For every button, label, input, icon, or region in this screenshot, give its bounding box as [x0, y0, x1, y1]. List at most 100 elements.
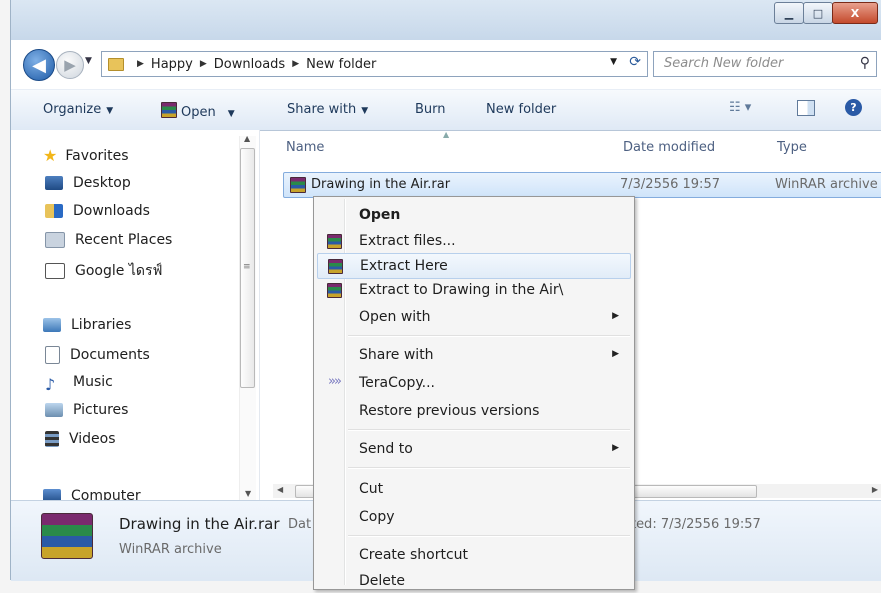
nav-pictures[interactable]: Pictures — [45, 402, 128, 418]
folder-icon — [108, 57, 124, 71]
scroll-grip-icon: ≡ — [243, 262, 251, 272]
forward-button[interactable]: ▶ — [56, 51, 84, 79]
menu-item-label: Share with — [359, 347, 434, 363]
maximize-button[interactable]: □ — [803, 2, 833, 24]
nav-google-drive[interactable]: Google ไดรฟ์ — [45, 260, 162, 282]
nav-recent-places-label: Recent Places — [75, 232, 173, 248]
music-note-icon: ♪ — [45, 375, 56, 394]
open-button[interactable]: Open ▼ — [161, 102, 235, 120]
view-options-icon[interactable]: ☷ ▾ — [729, 100, 751, 115]
menu-item-open[interactable]: Open — [317, 203, 629, 227]
address-bar[interactable]: ▶ Happy ▶ Downloads ▶ New folder ▼ ⟳ — [101, 51, 648, 77]
videos-icon — [45, 431, 59, 447]
menu-item-cut[interactable]: Cut — [317, 477, 629, 501]
recent-places-icon — [45, 232, 65, 248]
pictures-icon — [45, 403, 63, 417]
drive-icon — [45, 263, 65, 279]
menu-item-teracopy[interactable]: »» TeraCopy... — [317, 371, 629, 395]
pane-divider[interactable] — [259, 130, 260, 510]
nav-desktop-label: Desktop — [73, 175, 131, 191]
nav-downloads[interactable]: Downloads — [45, 203, 150, 219]
column-header-name[interactable]: Name — [286, 140, 324, 155]
menu-separator — [348, 535, 630, 537]
menu-item-send-to[interactable]: Send to ▶ — [317, 437, 629, 461]
close-button[interactable]: X — [832, 2, 878, 24]
menu-item-copy[interactable]: Copy — [317, 505, 629, 529]
downloads-folder-icon — [45, 204, 63, 218]
column-header-date-modified[interactable]: Date modified — [623, 140, 715, 155]
scroll-left-arrow-icon[interactable]: ◀ — [277, 485, 283, 494]
winrar-icon — [161, 102, 177, 118]
menu-item-delete[interactable]: Delete — [317, 569, 629, 593]
nav-desktop[interactable]: Desktop — [45, 175, 131, 191]
breadcrumb-new-folder[interactable]: New folder — [306, 57, 376, 72]
search-input[interactable] — [654, 52, 844, 74]
menu-item-share-with[interactable]: Share with ▶ — [317, 343, 629, 367]
scroll-right-arrow-icon[interactable]: ▶ — [872, 485, 878, 494]
nav-recent-places[interactable]: Recent Places — [45, 232, 172, 248]
title-bar: ▁ □ X — [11, 0, 881, 40]
menu-item-label: Open — [359, 207, 401, 223]
organize-button[interactable]: Organize ▼ — [43, 102, 113, 117]
nav-videos[interactable]: Videos — [45, 431, 116, 447]
share-with-button[interactable]: Share with ▼ — [287, 102, 368, 117]
share-with-label: Share with — [287, 102, 357, 117]
winrar-icon — [327, 234, 342, 249]
minimize-button[interactable]: ▁ — [774, 2, 804, 24]
nav-documents[interactable]: Documents — [45, 346, 150, 364]
menu-item-extract-to[interactable]: Extract to Drawing in the Air\ — [317, 278, 629, 302]
file-name: Drawing in the Air.rar — [311, 177, 451, 192]
libraries-icon — [43, 318, 61, 332]
winrar-icon — [290, 177, 306, 193]
menu-item-open-with[interactable]: Open with ▶ — [317, 305, 629, 329]
recent-pages-dropdown[interactable]: ▼ — [85, 56, 92, 66]
scroll-down-arrow-icon[interactable]: ▼ — [245, 489, 251, 498]
menu-item-label: Extract Here — [360, 258, 448, 274]
teracopy-icon: »» — [328, 374, 342, 389]
file-date-modified: 7/3/2556 19:57 — [620, 177, 720, 192]
details-file-type: WinRAR archive — [119, 542, 222, 557]
nav-downloads-label: Downloads — [73, 203, 150, 219]
help-icon[interactable]: ? — [845, 99, 862, 116]
burn-button[interactable]: Burn — [415, 102, 446, 117]
menu-item-label: Extract to Drawing in the Air\ — [359, 282, 564, 298]
search-box[interactable]: ⚲ — [653, 51, 877, 77]
menu-item-restore-previous-versions[interactable]: Restore previous versions — [317, 399, 629, 423]
menu-item-extract-files[interactable]: Extract files... — [317, 229, 629, 253]
column-header-type[interactable]: Type — [777, 140, 807, 155]
dropdown-arrow-icon[interactable]: ▼ — [228, 109, 235, 119]
command-bar: Organize ▼ Open ▼ Share with ▼ Burn New fol… — [11, 89, 881, 131]
breadcrumb-happy[interactable]: Happy — [151, 57, 193, 72]
document-icon — [45, 346, 60, 364]
details-date-label: Dat — [288, 517, 312, 532]
explorer-window: ▁ □ X ◀ ▶ ▼ ▶ Happy ▶ Downloads ▶ New fo… — [10, 0, 881, 590]
menu-item-extract-here[interactable]: Extract Here — [317, 253, 631, 279]
submenu-arrow-icon: ▶ — [612, 311, 619, 321]
file-row-selected[interactable]: Drawing in the Air.rar 7/3/2556 19:57 Wi… — [283, 172, 881, 198]
breadcrumb-chevron-icon[interactable]: ▶ — [137, 59, 144, 69]
refresh-icon[interactable]: ⟳ — [629, 54, 641, 70]
winrar-icon — [327, 283, 342, 298]
menu-item-label: Copy — [359, 509, 395, 525]
search-icon[interactable]: ⚲ — [860, 55, 870, 71]
context-menu: Open Extract files... Extract Here Extra… — [313, 196, 635, 590]
nav-music[interactable]: ♪ Music — [45, 374, 113, 394]
dropdown-arrow-icon: ▼ — [361, 106, 369, 116]
preview-pane-icon[interactable] — [797, 100, 815, 116]
breadcrumb-chevron-icon[interactable]: ▶ — [200, 59, 207, 69]
nav-libraries[interactable]: Libraries — [43, 317, 131, 333]
breadcrumb-chevron-icon[interactable]: ▶ — [292, 59, 299, 69]
arrow-right-icon: ▶ — [64, 56, 76, 74]
menu-separator — [348, 429, 630, 431]
menu-item-create-shortcut[interactable]: Create shortcut — [317, 543, 629, 567]
back-button[interactable]: ◀ — [23, 49, 55, 81]
breadcrumb-downloads[interactable]: Downloads — [214, 57, 285, 72]
new-folder-button[interactable]: New folder — [486, 102, 556, 117]
address-dropdown-icon[interactable]: ▼ — [610, 57, 617, 67]
sort-ascending-icon: ▲ — [443, 130, 450, 139]
scroll-up-arrow-icon[interactable]: ▲ — [244, 134, 250, 143]
arrow-left-icon: ◀ — [32, 54, 46, 76]
menu-item-label: Create shortcut — [359, 547, 469, 563]
nav-favorites[interactable]: ★ Favorites — [43, 146, 129, 165]
submenu-arrow-icon: ▶ — [612, 349, 619, 359]
